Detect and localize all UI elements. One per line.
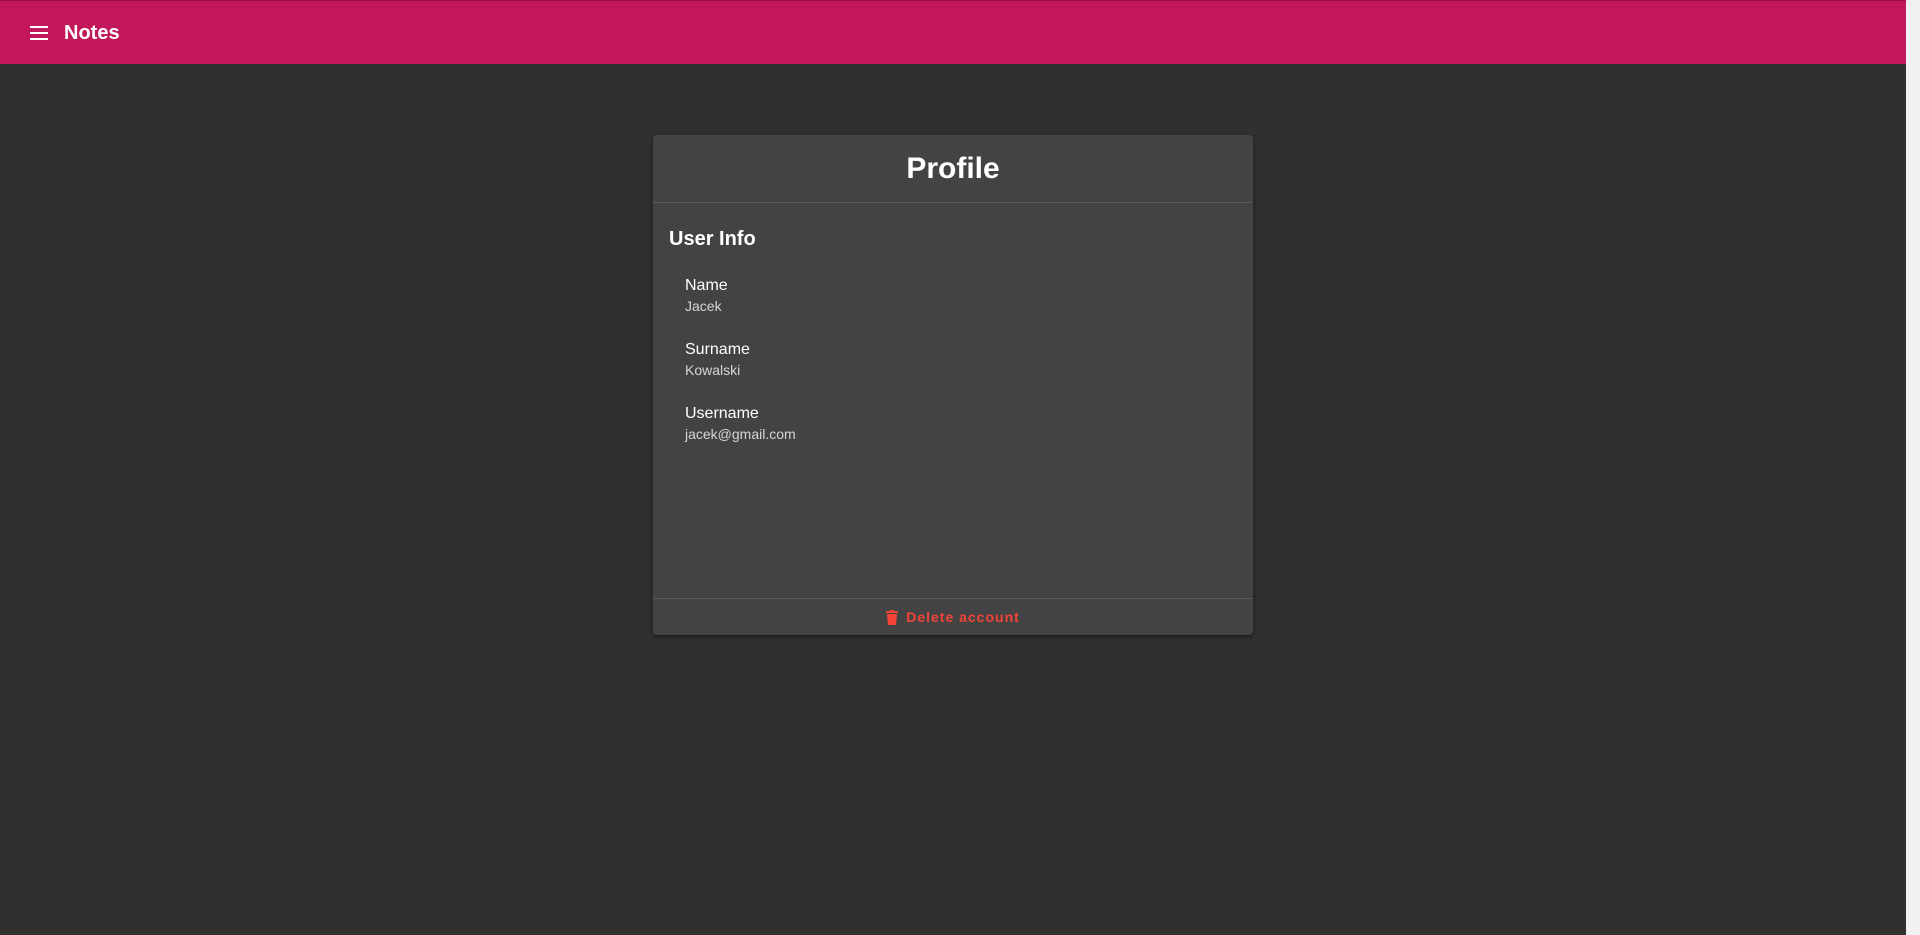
trash-icon (886, 609, 899, 625)
name-value: Jacek (685, 298, 722, 314)
profile-card-header: Profile (653, 135, 1253, 203)
delete-account-label: Delete account (906, 609, 1020, 625)
username-label: Username (685, 405, 759, 422)
page-scrollbar[interactable] (1906, 0, 1920, 935)
page-title: Profile (906, 151, 1000, 185)
username-value: jacek@gmail.com (685, 426, 796, 442)
menu-icon (30, 26, 48, 40)
name-field: Name Jacek (685, 276, 728, 316)
profile-card: Profile User Info Name Jacek Surname Kow… (653, 135, 1253, 635)
surname-field: Surname Kowalski (685, 340, 750, 380)
surname-label: Surname (685, 341, 750, 358)
name-label: Name (685, 277, 728, 294)
delete-account-content: Delete account (886, 609, 1020, 625)
app-toolbar: Notes (0, 0, 1906, 64)
app-title: Notes (64, 22, 120, 44)
menu-button[interactable] (24, 19, 54, 47)
user-info-heading: User Info (669, 228, 756, 250)
delete-account-button[interactable]: Delete account (653, 598, 1253, 635)
surname-value: Kowalski (685, 362, 741, 378)
username-field: Username jacek@gmail.com (685, 404, 796, 444)
